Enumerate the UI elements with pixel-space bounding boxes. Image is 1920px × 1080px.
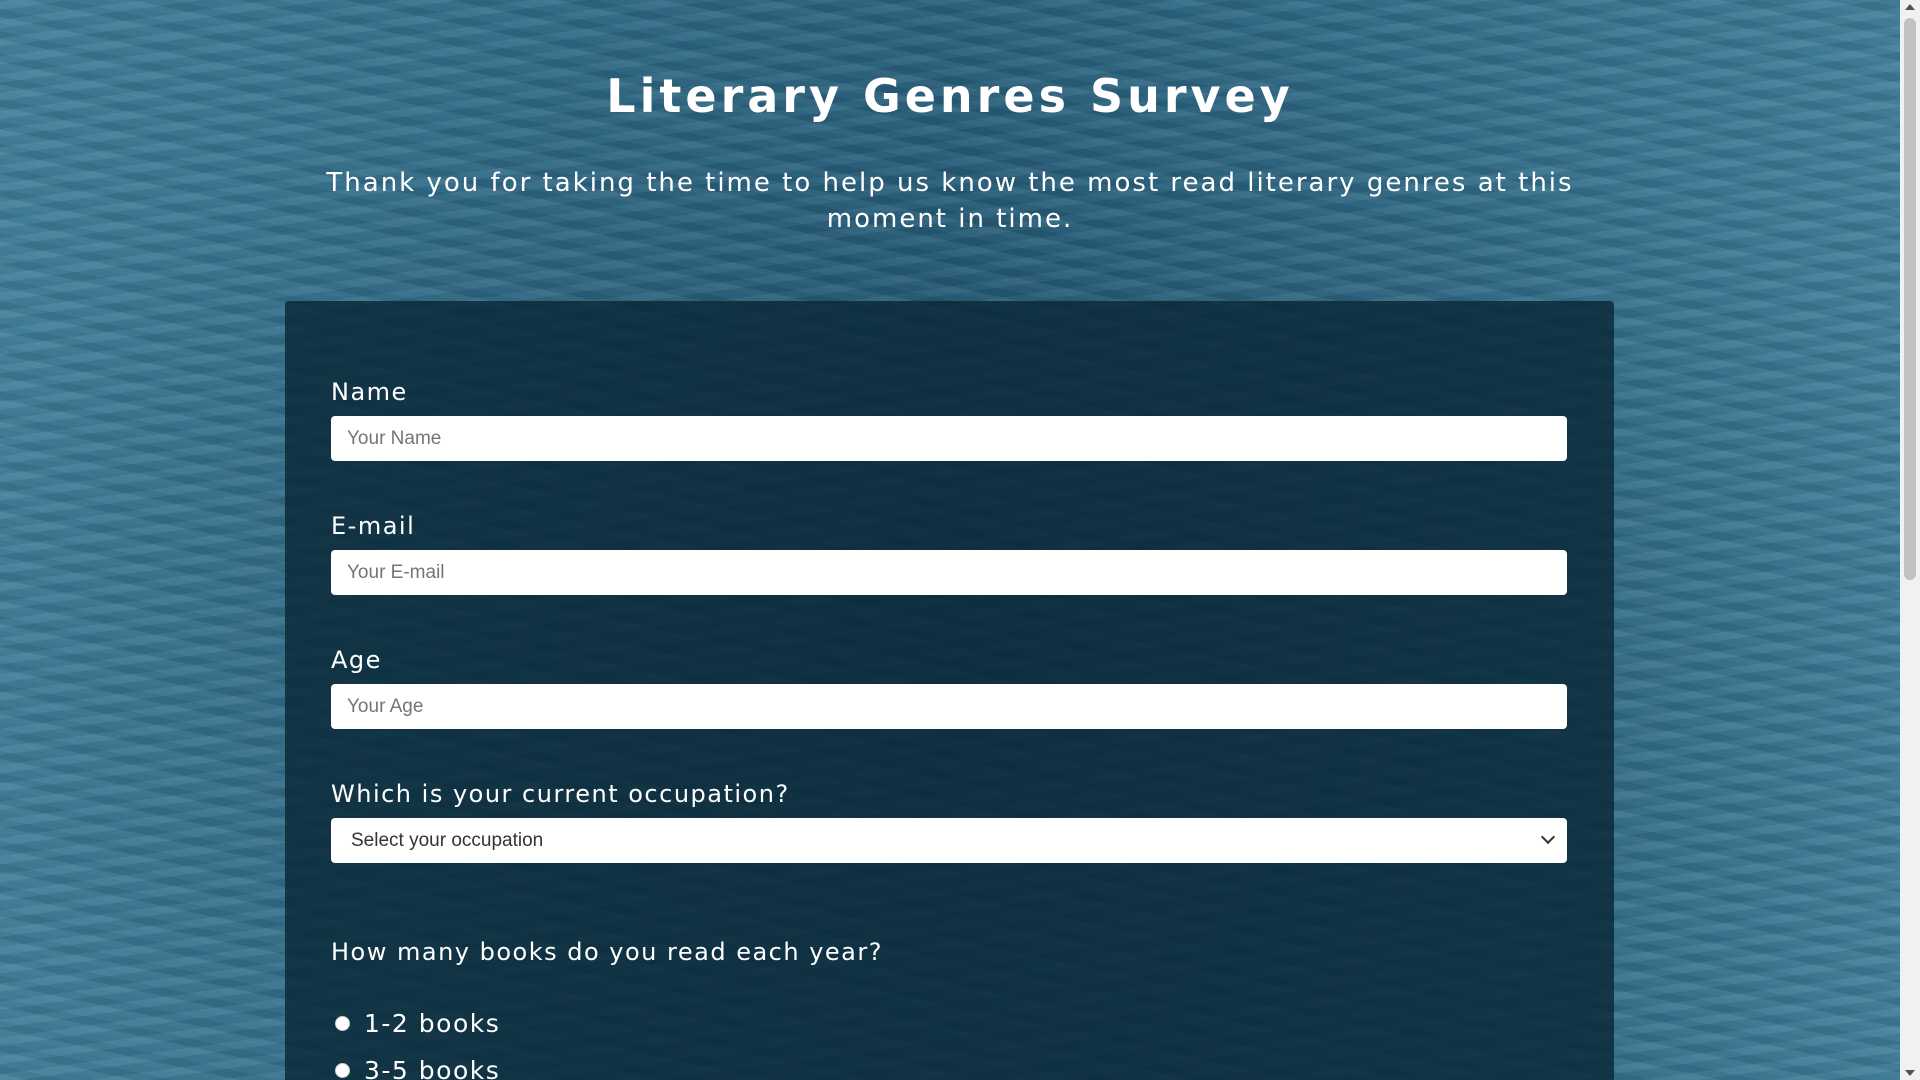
email-input[interactable] (331, 550, 1567, 595)
books-per-year-label: How many books do you read each year? (331, 938, 883, 966)
page-description: Thank you for taking the time to help us… (326, 168, 1574, 234)
scroll-up-arrow-icon[interactable] (1905, 4, 1915, 10)
radio-label: 1-2 books (364, 1009, 501, 1038)
email-label: E-mail (331, 512, 416, 540)
page-title: Literary Genres Survey (606, 69, 1294, 123)
age-input[interactable] (331, 684, 1567, 729)
radio-button[interactable] (335, 1063, 350, 1078)
occupation-label: Which is your current occupation? (331, 780, 790, 808)
age-label: Age (331, 646, 382, 674)
chevron-down-icon (1540, 829, 1556, 845)
radio-label: 3-5 books (364, 1056, 501, 1080)
name-input[interactable] (331, 416, 1567, 461)
occupation-selected-value: Select your occupation (351, 830, 544, 851)
page: Literary Genres Survey Thank you for tak… (0, 0, 1900, 1080)
vertical-scrollbar[interactable] (1900, 0, 1920, 1080)
scrollbar-thumb[interactable] (1904, 18, 1916, 580)
name-label: Name (331, 378, 408, 406)
scroll-down-arrow-icon[interactable] (1905, 1070, 1915, 1076)
occupation-select[interactable]: Select your occupation (331, 818, 1567, 863)
radio-button[interactable] (335, 1016, 350, 1031)
survey-form: Name E-mail Age Which is your current oc… (285, 301, 1614, 1080)
